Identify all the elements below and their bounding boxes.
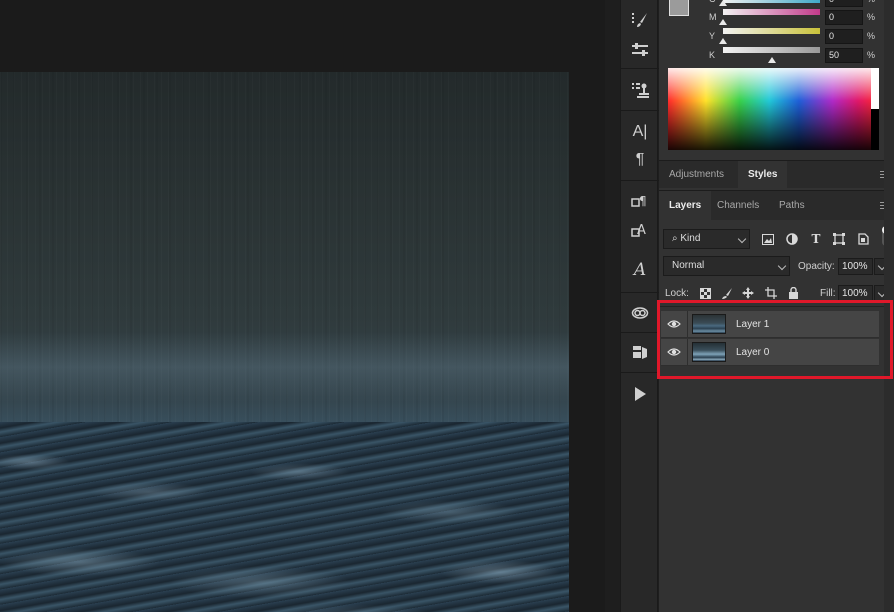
document-workspace	[0, 0, 605, 612]
character-icon[interactable]: A|	[627, 120, 653, 144]
layers-highlight-box	[657, 300, 893, 379]
clone-source-icon[interactable]	[627, 78, 653, 102]
lock-image-pixels-icon[interactable]	[721, 287, 733, 299]
svg-text:A: A	[637, 223, 646, 238]
blend-mode-dropdown[interactable]: Normal	[663, 256, 790, 276]
chevron-down-icon	[737, 234, 747, 244]
filter-kind-dropdown[interactable]: ⌕ Kind	[663, 229, 750, 249]
yellow-percent: %	[867, 31, 876, 41]
cyan-slider-thumb[interactable]	[719, 0, 727, 6]
glyphs-icon[interactable]: A	[627, 258, 653, 282]
lock-artboard-icon[interactable]	[765, 287, 777, 299]
adjustments-panel-tabs: Adjustments Styles	[659, 160, 894, 189]
libraries-icon[interactable]	[627, 300, 653, 324]
cyan-slider[interactable]	[723, 0, 820, 3]
opacity-input[interactable]: 100%	[838, 258, 873, 275]
opacity-label: Opacity:	[798, 261, 835, 272]
black-slider-thumb[interactable]	[767, 57, 776, 63]
tool-settings-icon[interactable]	[627, 38, 653, 62]
foreground-color-swatch[interactable]	[669, 0, 689, 16]
chevron-down-icon	[777, 261, 787, 271]
cyan-percent: %	[867, 0, 875, 4]
tab-paths[interactable]: Paths	[769, 191, 815, 221]
horizon-haze	[0, 332, 569, 402]
white-swatch[interactable]	[871, 68, 879, 109]
adjustment-layer-filter-icon[interactable]	[783, 230, 801, 248]
yellow-value-input[interactable]: 0	[825, 29, 863, 44]
magenta-label: M	[709, 12, 717, 22]
color-panel: C 0 % M 0 % Y 0 % K 50 %	[659, 0, 894, 158]
magenta-value-input[interactable]: 0	[825, 10, 863, 25]
blend-mode-value: Normal	[672, 260, 705, 271]
fill-label: Fill:	[820, 288, 836, 299]
shape-layer-filter-icon[interactable]	[830, 230, 848, 248]
magenta-percent: %	[867, 12, 876, 22]
panel-icon-strip: A| ¶ ¶ A A	[620, 0, 659, 612]
tab-styles[interactable]: Styles	[738, 161, 788, 189]
pixel-layer-filter-icon[interactable]	[759, 230, 777, 248]
lock-label: Lock:	[665, 288, 689, 299]
black-swatch[interactable]	[871, 109, 879, 150]
3d-icon[interactable]	[627, 340, 653, 364]
layers-panel-tabs: Layers Channels Paths	[659, 190, 894, 221]
lock-transparent-pixels-icon[interactable]	[699, 287, 711, 299]
filter-kind-label: Kind	[680, 233, 701, 244]
cyan-label: C	[709, 0, 719, 4]
svg-text:¶: ¶	[639, 194, 647, 208]
brush-presets-icon[interactable]	[627, 8, 653, 32]
magenta-slider[interactable]	[723, 9, 820, 15]
character-styles-icon[interactable]: A	[627, 218, 653, 242]
paragraph-icon[interactable]: ¶	[627, 148, 653, 172]
magenta-slider-thumb[interactable]	[719, 19, 727, 25]
yellow-label: Y	[709, 31, 716, 41]
color-spectrum[interactable]	[668, 68, 879, 150]
lock-all-icon[interactable]	[787, 287, 799, 299]
black-label: K	[709, 50, 716, 60]
black-value-input[interactable]: 50	[825, 48, 863, 63]
play-actions-icon[interactable]	[627, 382, 653, 406]
tab-channels[interactable]: Channels	[707, 191, 769, 221]
yellow-slider-thumb[interactable]	[719, 38, 727, 44]
cyan-value-input[interactable]: 0	[825, 0, 863, 7]
tab-layers[interactable]: Layers	[659, 191, 712, 221]
stormy-sea	[0, 422, 569, 612]
layers-panel: ⌕ Kind T Normal Opacity: 100% Lock: Fill…	[659, 220, 894, 612]
paragraph-styles-icon[interactable]: ¶	[627, 190, 653, 214]
tab-adjustments[interactable]: Adjustments	[659, 161, 734, 189]
yellow-slider[interactable]	[723, 28, 820, 34]
image-canvas[interactable]	[0, 72, 569, 612]
black-percent: %	[867, 50, 876, 60]
type-layer-filter-icon[interactable]: T	[807, 230, 825, 248]
lock-position-icon[interactable]	[742, 287, 754, 299]
black-slider[interactable]	[723, 47, 820, 53]
smart-object-filter-icon[interactable]	[854, 230, 872, 248]
